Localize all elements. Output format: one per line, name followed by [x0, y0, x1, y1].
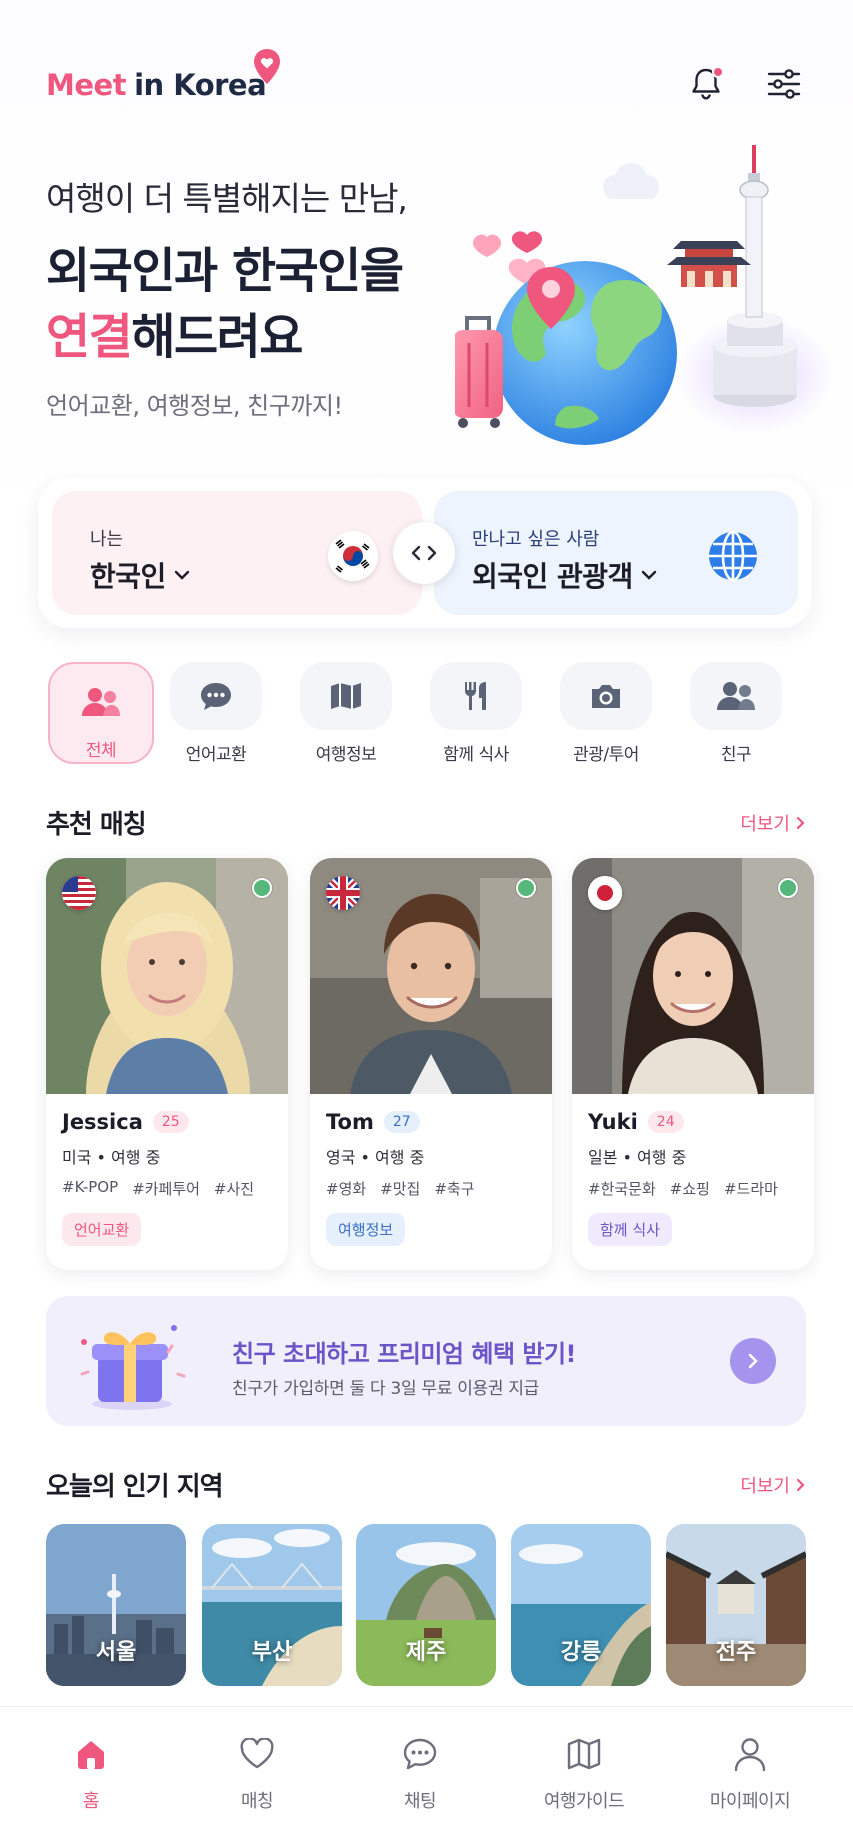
uk-flag-icon: [326, 876, 360, 910]
swap-arrows-icon: [411, 545, 437, 561]
gift-icon: [80, 1325, 186, 1410]
category-language-exchange[interactable]: 언어교환: [168, 662, 264, 765]
popular-more-link[interactable]: 더보기: [740, 1472, 805, 1498]
popular-section-title: 오늘의 인기 지역: [46, 1472, 224, 1502]
camera-icon: [592, 685, 620, 708]
interest-tags: #영화 #맛집 #축구: [326, 1180, 475, 1198]
age-badge: 24: [647, 1111, 684, 1133]
chevron-right-icon: [796, 1478, 805, 1492]
profile-photo: [46, 858, 288, 1094]
filter-icon: [767, 69, 801, 99]
utensils-icon: [464, 682, 486, 710]
app-header: Meet in Korea: [46, 48, 816, 118]
region-card-jeju[interactable]: 제주: [356, 1524, 496, 1686]
banner-go-button[interactable]: [730, 1338, 776, 1384]
nav-travel-guide[interactable]: 여행가이드: [519, 1733, 649, 1813]
hero-subtitle: 여행이 더 특별해지는 만남,: [46, 179, 408, 218]
nav-home[interactable]: 홈: [26, 1733, 156, 1813]
swap-button[interactable]: [393, 522, 455, 584]
chevron-right-icon: [796, 816, 805, 830]
us-flag-icon: [62, 876, 96, 910]
location-heart-icon: [254, 49, 280, 84]
profile-card-yuki[interactable]: Yuki 24 일본 • 여행 중 #한국문화 #쇼핑 #드라마 함께 식사: [572, 858, 814, 1270]
people-icon: [82, 688, 120, 716]
banner-subtitle: 친구가 가입하면 둘 다 3일 무료 이용권 지급: [232, 1379, 540, 1399]
chat-icon: [201, 683, 231, 710]
map-icon: [331, 683, 361, 709]
region-card-busan[interactable]: 부산: [202, 1524, 342, 1686]
filter-button[interactable]: [764, 64, 804, 104]
age-badge: 25: [152, 1111, 189, 1133]
match-preference-selector: 나는 한국인 만나고 싶은 사람 외국인 관광객: [38, 478, 812, 628]
online-status-dot: [778, 878, 798, 898]
region-card-jeonju[interactable]: 전주: [666, 1524, 806, 1686]
profile-photo: [572, 858, 814, 1094]
purpose-badge: 함께 식사: [588, 1213, 672, 1246]
chevron-down-icon: [174, 570, 189, 580]
notification-dot: [712, 66, 724, 78]
hero-illustration: [455, 145, 835, 445]
app-screen: Meetin Korea 여행이 더 특별해지는 만남, 외국인과 한국인을: [0, 0, 853, 1844]
purpose-badge: 언어교환: [62, 1213, 142, 1246]
recommend-more-link[interactable]: 더보기: [740, 810, 805, 836]
category-filter: 전체 언어교환 여행정보 함께 식사 관광/투어 친구: [48, 662, 808, 765]
chevron-right-icon: [748, 1353, 758, 1369]
invite-friends-banner[interactable]: 친구 초대하고 프리미엄 혜택 받기! 친구가 가입하면 둘 다 3일 무료 이…: [46, 1296, 806, 1426]
profile-photo: [310, 858, 552, 1094]
globe-icon: [709, 530, 757, 582]
interest-tags: #한국문화 #쇼핑 #드라마: [588, 1180, 778, 1198]
online-status-dot: [516, 878, 536, 898]
category-all[interactable]: 전체: [48, 662, 154, 764]
chevron-down-icon: [641, 570, 657, 580]
my-nationality-select[interactable]: 나는 한국인: [52, 491, 422, 615]
heart-icon: [240, 1738, 274, 1769]
hero-description: 언어교환, 여행정보, 친구까지!: [46, 392, 343, 420]
friends-icon: [717, 682, 755, 710]
profile-card-tom[interactable]: Tom 27 영국 • 여행 중 #영화 #맛집 #축구 여행정보: [310, 858, 552, 1270]
japan-flag-icon: [588, 876, 622, 910]
target-person-select[interactable]: 만나고 싶은 사람 외국인 관광객: [434, 491, 798, 615]
chat-bubble-icon: [403, 1738, 437, 1770]
home-icon: [78, 1741, 104, 1769]
region-card-seoul[interactable]: 서울: [46, 1524, 186, 1686]
online-status-dot: [252, 878, 272, 898]
map-icon: [567, 1738, 601, 1770]
hero-title: 외국인과 한국인을 연결해드려요: [46, 243, 404, 365]
nav-matching[interactable]: 매칭: [192, 1733, 322, 1813]
interest-tags: #K-POP #카페투어 #사진: [62, 1178, 255, 1198]
category-sightseeing[interactable]: 관광/투어: [558, 662, 654, 765]
region-card-gangneung[interactable]: 강릉: [511, 1524, 651, 1686]
category-travel-info[interactable]: 여행정보: [298, 662, 394, 765]
category-dining[interactable]: 함께 식사: [428, 662, 524, 765]
banner-title: 친구 초대하고 프리미엄 혜택 받기!: [232, 1340, 577, 1368]
korea-flag-icon: [328, 531, 378, 581]
user-icon: [734, 1738, 766, 1772]
category-friends[interactable]: 친구: [688, 662, 784, 765]
nav-my-page[interactable]: 마이페이지: [685, 1733, 815, 1813]
app-logo[interactable]: Meet in Korea: [46, 68, 267, 102]
age-badge: 27: [383, 1111, 420, 1133]
notification-button[interactable]: [686, 64, 726, 104]
profile-card-jessica[interactable]: Jessica 25 미국 • 여행 중 #K-POP #카페투어 #사진 언어…: [46, 858, 288, 1270]
purpose-badge: 여행정보: [326, 1213, 406, 1246]
recommend-section-title: 추천 매칭: [46, 810, 147, 840]
bottom-navigation: 홈 매칭 채팅 여행가이드 마이페이지: [0, 1706, 853, 1844]
nav-chat[interactable]: 채팅: [355, 1733, 485, 1813]
